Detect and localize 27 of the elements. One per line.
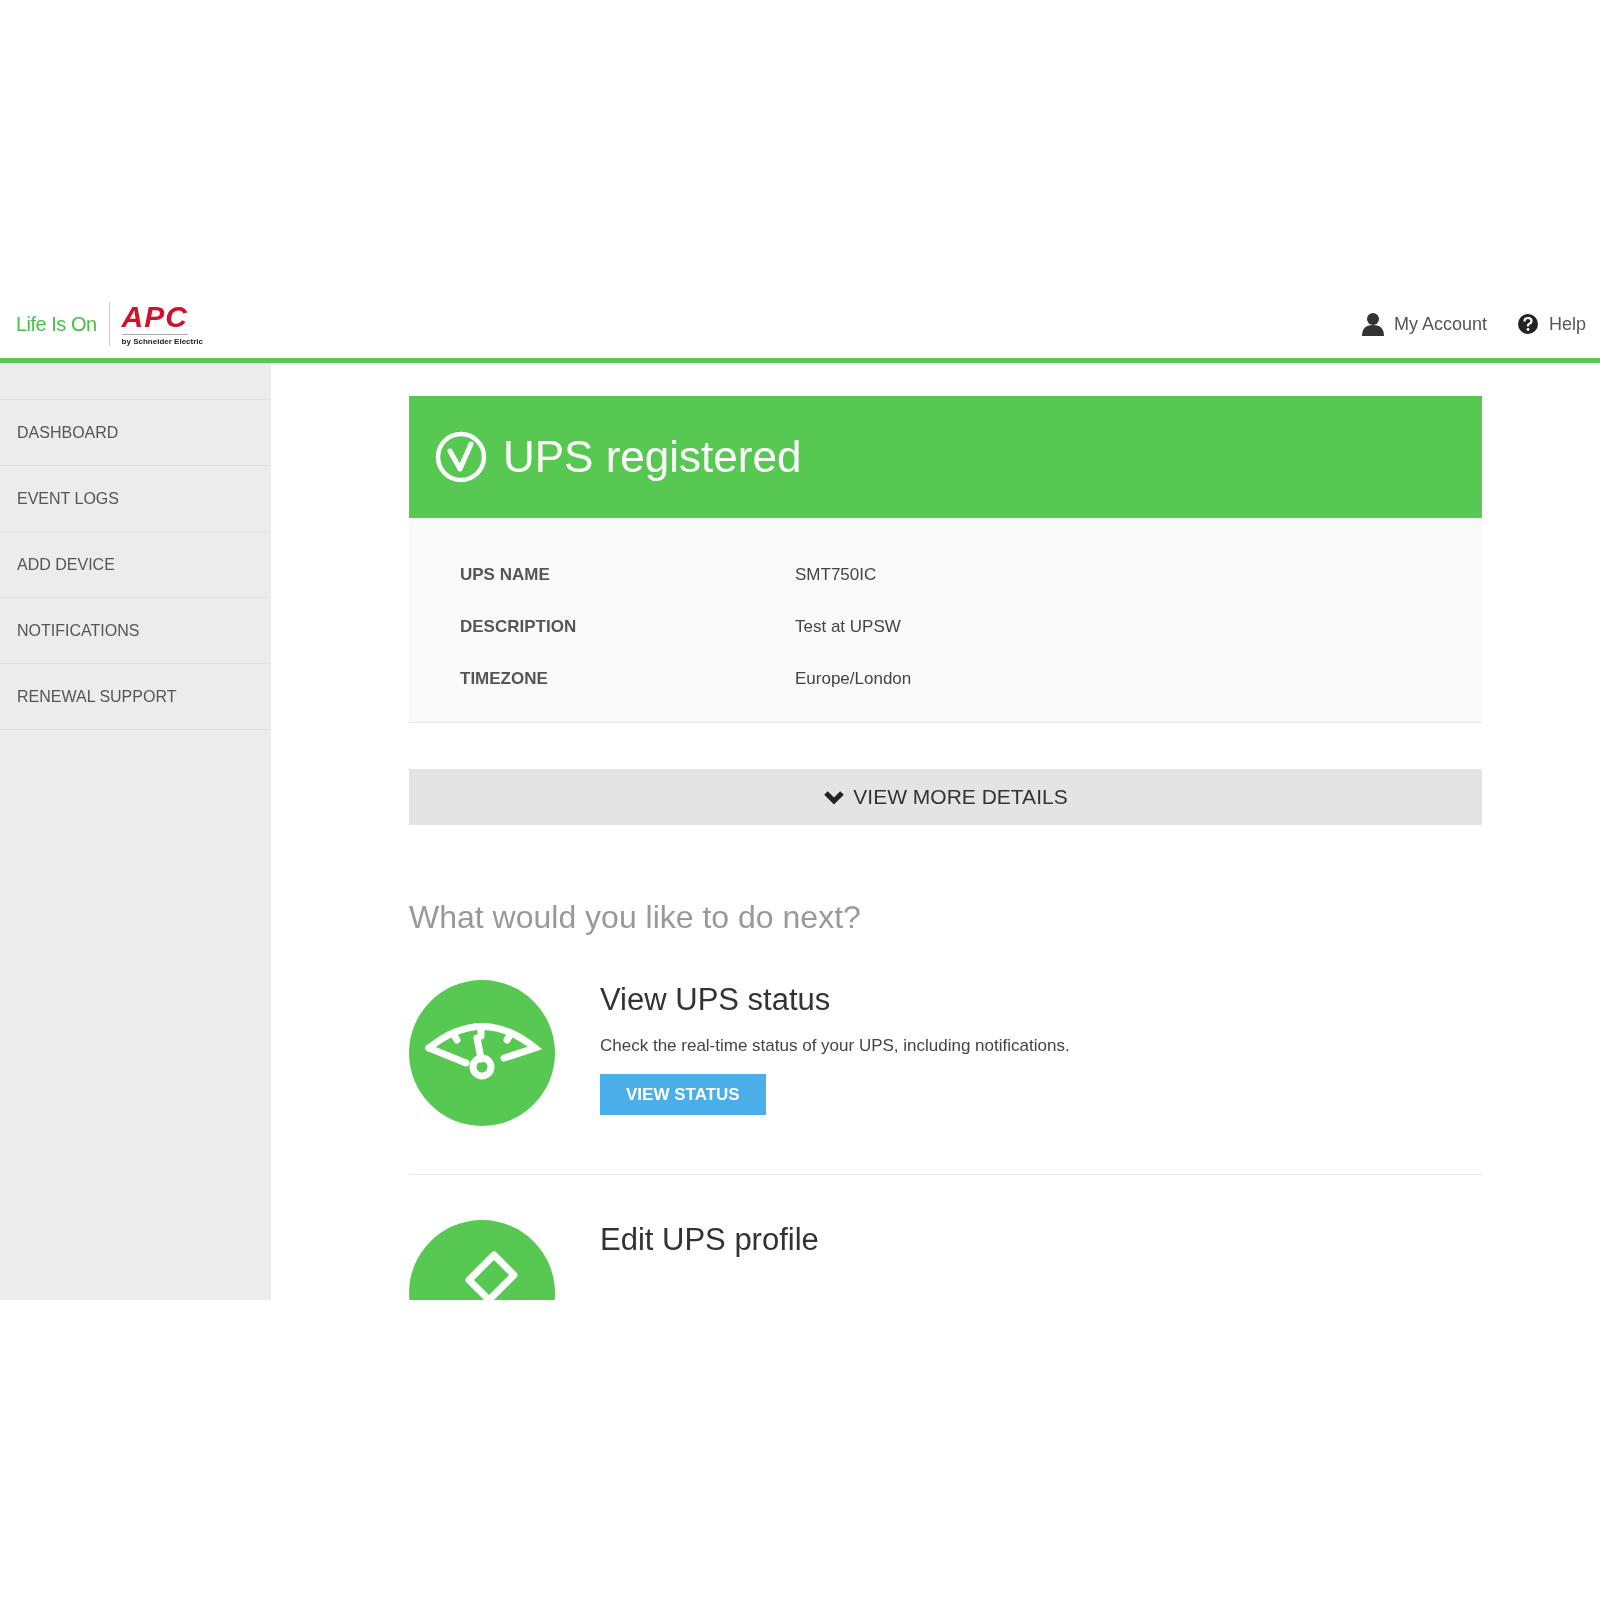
help-icon (1516, 313, 1539, 335)
detail-value: SMT750IC (795, 564, 877, 586)
gauge-icon (409, 980, 555, 1126)
action-title: View UPS status (600, 982, 832, 1018)
tagline: Life Is On (16, 312, 97, 336)
action-description: Check the real-time status of your UPS, including notifications. (600, 1036, 1070, 1056)
sidebar-item[interactable]: RENEWAL SUPPORT (0, 664, 271, 730)
sidebar-item[interactable]: ADD DEVICE (0, 532, 271, 598)
sidebar-item[interactable]: NOTIFICATIONS (0, 598, 271, 664)
check-circle-icon (435, 431, 487, 483)
detail-value: Europe/London (795, 668, 912, 690)
view-more-details-button[interactable]: VIEW MORE DETAILS (409, 769, 1482, 825)
help-link[interactable]: Help (1516, 313, 1586, 335)
chevron-down-icon (823, 789, 846, 805)
account-link[interactable]: My Account (1361, 312, 1487, 336)
section-heading: What would you like to do next? (409, 899, 862, 936)
user-icon (1361, 312, 1384, 336)
sidebar-item[interactable]: DASHBOARD (0, 400, 271, 466)
detail-value: Test at UPSW (795, 616, 901, 638)
banner-title: UPS registered (503, 432, 802, 482)
detail-label: DESCRIPTION (460, 616, 578, 638)
sidebar-item[interactable]: EVENT LOGS (0, 466, 271, 532)
detail-label: TIMEZONE (460, 668, 549, 690)
brand-subtitle: by Schneider Electric (121, 337, 203, 346)
brand-logo[interactable]: APC (121, 302, 188, 335)
detail-label: UPS NAME (460, 564, 551, 586)
action-title: Edit UPS profile (600, 1222, 819, 1258)
